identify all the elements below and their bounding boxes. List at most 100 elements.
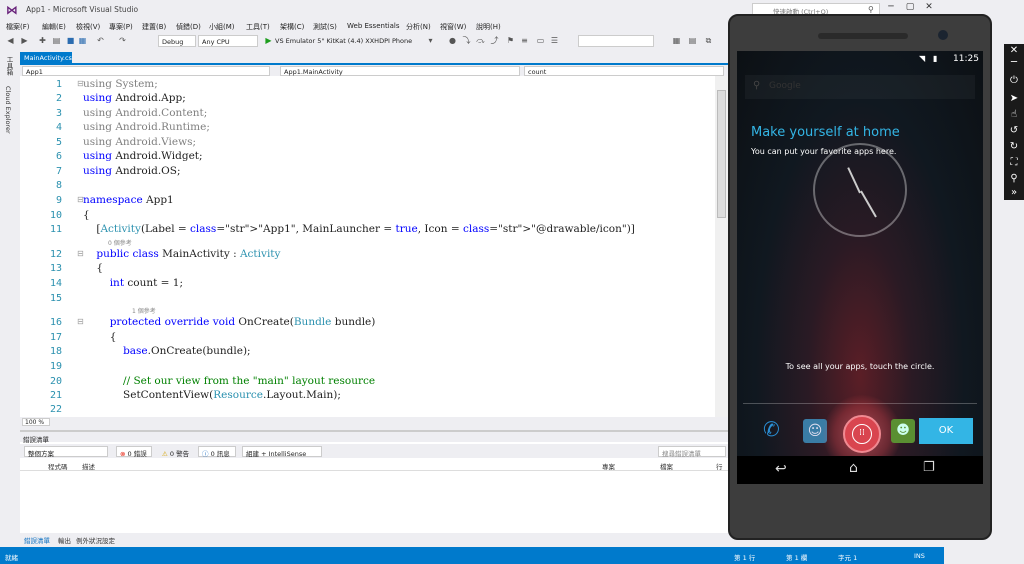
minimize-icon[interactable]: ─ bbox=[1007, 56, 1021, 70]
more-tools-icon[interactable]: » bbox=[1007, 186, 1021, 200]
forward-icon[interactable]: ▶ bbox=[20, 36, 29, 45]
menu-debug[interactable]: 偵錯(D) bbox=[176, 22, 201, 32]
scope-select[interactable]: 整個方案 bbox=[24, 446, 108, 458]
google-search-bar[interactable]: ⚲ Google bbox=[745, 75, 975, 99]
menu-architecture[interactable]: 架構(C) bbox=[280, 22, 304, 32]
menu-help[interactable]: 說明(H) bbox=[476, 22, 501, 32]
new-item-icon[interactable]: ✚ bbox=[38, 36, 47, 45]
rotate-left-icon[interactable]: ↺ bbox=[1007, 124, 1021, 138]
menu-edit[interactable]: 編輯(E) bbox=[42, 22, 66, 32]
scrollbar-thumb[interactable] bbox=[717, 90, 726, 218]
tab-exception-settings[interactable]: 例外狀況設定 bbox=[76, 535, 115, 545]
search-icon[interactable]: ⚲ bbox=[868, 5, 874, 14]
phone-screen[interactable]: ◥ ▮ 11:25 ⚲ Google Make yourself at home… bbox=[737, 51, 983, 484]
home-icon[interactable]: ⌂ bbox=[849, 460, 858, 476]
phone-app-icon[interactable]: ✆ bbox=[763, 417, 780, 441]
build-source-select[interactable]: 組建 + IntelliSense bbox=[242, 446, 322, 458]
error-list-header: 錯誤清單 bbox=[20, 430, 728, 444]
fit-screen-icon[interactable]: ⛶ bbox=[1007, 156, 1021, 170]
menu-window[interactable]: 視窗(W) bbox=[440, 22, 466, 32]
open-file-icon[interactable]: ▤ bbox=[52, 36, 61, 45]
touch-icon[interactable]: ☝ bbox=[1007, 108, 1021, 122]
redo-icon[interactable]: ↷ bbox=[118, 36, 127, 45]
menu-project[interactable]: 專案(P) bbox=[109, 22, 133, 32]
menu-tools[interactable]: 工具(T) bbox=[246, 22, 270, 32]
line-number: 11 bbox=[49, 224, 62, 235]
power-icon[interactable]: ⏻ bbox=[1007, 74, 1021, 88]
col-code[interactable]: 程式碼 bbox=[48, 461, 68, 471]
pointer-icon[interactable]: ➤ bbox=[1007, 92, 1021, 106]
code-line: protected override void OnCreate(Bundle … bbox=[109, 316, 376, 328]
document-icon[interactable]: ▭ bbox=[536, 36, 545, 45]
tab-error-list[interactable]: 錯誤清單 bbox=[24, 535, 50, 545]
toolbox-tab[interactable]: 工具箱 bbox=[4, 56, 14, 76]
class-dropdown[interactable]: App1.MainActivity bbox=[280, 66, 520, 76]
warnings-filter-button[interactable]: ⚠ 0 警告 bbox=[158, 446, 194, 458]
save-all-icon[interactable]: ▦ bbox=[78, 36, 87, 45]
zoom-select[interactable]: 100 % bbox=[22, 418, 50, 426]
step-over-icon[interactable]: ⤼ bbox=[476, 36, 485, 45]
code-line: namespace App1 bbox=[83, 194, 174, 206]
menu-build[interactable]: 建置(B) bbox=[142, 22, 166, 32]
all-apps-button[interactable]: ⁞⁞ bbox=[843, 415, 881, 453]
zoom-icon[interactable]: ⚲ bbox=[1007, 172, 1021, 186]
member-dropdown[interactable]: count bbox=[524, 66, 724, 76]
editor-vertical-scrollbar[interactable] bbox=[715, 76, 728, 417]
status-bar: 就緒 第 1 行 第 1 欄 字元 1 INS bbox=[0, 547, 944, 564]
platform-select[interactable]: Any CPU bbox=[198, 35, 258, 47]
search-icon: ⚲ bbox=[753, 80, 761, 91]
bottom-panel-tabs: 錯誤清單 輸出 例外狀況設定 bbox=[20, 533, 728, 546]
code-line: using Android.Widget; bbox=[83, 150, 203, 162]
extension-icon[interactable]: ⧉ bbox=[704, 36, 713, 45]
breakpoint-icon[interactable]: ● bbox=[448, 36, 457, 45]
menu-view[interactable]: 檢視(V) bbox=[76, 22, 100, 32]
error-search-input[interactable]: 搜尋錯誤清單 bbox=[658, 446, 726, 458]
menu-analyze[interactable]: 分析(N) bbox=[406, 22, 431, 32]
document-tab[interactable]: MainActivity.cs bbox=[20, 52, 72, 63]
line-number: 12 bbox=[49, 249, 62, 260]
line-number: 8 bbox=[55, 180, 62, 191]
code-lens-class-refs[interactable]: 0 個參考 bbox=[108, 238, 132, 247]
configuration-select[interactable]: Debug bbox=[158, 35, 196, 47]
back-icon[interactable]: ↩ bbox=[775, 461, 787, 477]
step-out-icon[interactable]: ⤴ bbox=[490, 36, 499, 45]
col-file[interactable]: 檔案 bbox=[660, 461, 673, 471]
menu-file[interactable]: 檔案(F) bbox=[6, 22, 30, 32]
bookmark-list-icon[interactable]: ▤ bbox=[688, 36, 697, 45]
project-dropdown[interactable]: App1 bbox=[22, 66, 270, 76]
errors-filter-button[interactable]: ⊗ 0 錯誤 bbox=[116, 446, 152, 458]
document-tab-label: MainActivity.cs bbox=[24, 54, 72, 62]
comment-icon[interactable]: ≡ bbox=[520, 36, 529, 45]
code-editor[interactable]: 1 2 3 4 5 6 7 8 9 10 11 12 13 14 15 16 17 18 19 20 21 22 ⊟ ⊟ ⊟ ⊟ … bbox=[20, 76, 728, 417]
format-icon[interactable]: ☰ bbox=[550, 36, 559, 45]
tab-output[interactable]: 輸出 bbox=[58, 535, 71, 545]
line-number-gutter: 1 2 3 4 5 6 7 8 9 10 11 12 13 14 15 16 17 18 19 20 21 22 ⊟ ⊟ ⊟ ⊟ bbox=[20, 76, 84, 417]
undo-icon[interactable]: ↶ bbox=[96, 36, 105, 45]
save-icon[interactable]: ■ bbox=[66, 36, 75, 45]
col-line[interactable]: 行 bbox=[716, 461, 723, 471]
step-icon[interactable]: ⤵ bbox=[462, 36, 471, 45]
recents-icon[interactable]: ❐ bbox=[923, 460, 935, 475]
line-number: 6 bbox=[55, 151, 62, 162]
analog-clock-widget[interactable] bbox=[813, 143, 907, 237]
messages-filter-button[interactable]: ⓘ 0 訊息 bbox=[198, 446, 236, 458]
menu-web-essentials[interactable]: Web Essentials bbox=[347, 22, 400, 30]
code-lens-method-refs[interactable]: 1 個參考 bbox=[132, 306, 156, 315]
wifi-icon: ◥ bbox=[919, 54, 926, 63]
toolbar-dropdown-icon[interactable]: ▾ bbox=[426, 36, 435, 45]
menu-team[interactable]: 小組(M) bbox=[209, 22, 235, 32]
rotate-right-icon[interactable]: ↻ bbox=[1007, 140, 1021, 154]
ok-button[interactable]: OK bbox=[919, 418, 973, 444]
code-line: [Activity(Label = class="str">"App1", Ma… bbox=[83, 223, 635, 235]
col-project[interactable]: 專案 bbox=[602, 461, 615, 471]
cloud-explorer-tab[interactable]: Cloud Explorer bbox=[4, 86, 12, 134]
run-target-button[interactable]: VS Emulator 5" KitKat (4.4) XXHDPI Phone bbox=[272, 35, 422, 47]
layout-icon[interactable]: ▦ bbox=[672, 36, 681, 45]
menu-test[interactable]: 測試(S) bbox=[313, 22, 337, 32]
messaging-app-icon[interactable]: ☻ bbox=[891, 419, 915, 443]
back-icon[interactable]: ◀ bbox=[6, 36, 15, 45]
find-combo[interactable] bbox=[578, 35, 654, 47]
col-description[interactable]: 描述 bbox=[82, 461, 95, 471]
bookmark-icon[interactable]: ⚑ bbox=[506, 36, 515, 45]
code-line: { bbox=[83, 331, 117, 343]
